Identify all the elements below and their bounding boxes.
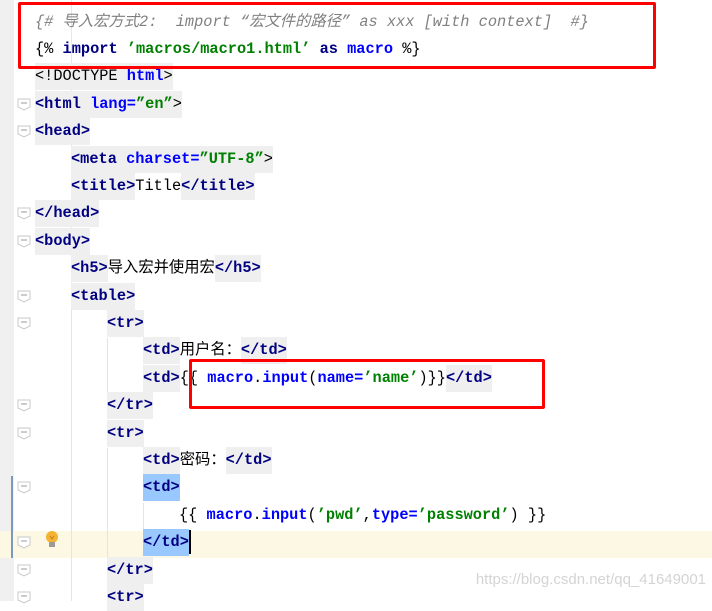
code-token: </td> <box>225 446 272 474</box>
change-marker <box>11 476 13 558</box>
fold-marker-icon[interactable] <box>17 536 31 549</box>
code-token: charset= <box>126 145 200 173</box>
code-token: Title <box>135 176 182 195</box>
watermark: https://blog.csdn.net/qq_41649001 <box>475 571 706 588</box>
code-line[interactable]: {{ macro.input(’pwd’,type=’password’) }} <box>179 502 546 529</box>
code-token: <td> <box>143 474 180 502</box>
code-token: type= <box>371 505 418 524</box>
code-line[interactable]: <tr> <box>107 419 144 447</box>
code-line[interactable]: </tr> <box>107 392 153 420</box>
fold-marker-icon[interactable] <box>17 564 31 577</box>
indent-guide <box>143 503 144 531</box>
code-token: macro <box>206 505 253 524</box>
code-token: ( <box>307 505 317 524</box>
fold-marker-icon[interactable] <box>17 481 31 494</box>
fold-marker-icon[interactable] <box>17 125 31 138</box>
fold-marker-icon[interactable] <box>17 591 31 604</box>
code-line[interactable]: <td>密码：</td> <box>143 446 272 474</box>
code-token: <tr> <box>107 419 144 447</box>
code-line[interactable]: <tr> <box>107 309 144 337</box>
code-token: <td> <box>143 446 180 474</box>
code-line[interactable]: <table> <box>71 282 136 310</box>
code-token: </tr> <box>107 556 153 584</box>
code-token: </h5> <box>214 255 261 283</box>
code-token: ’password’ <box>417 505 510 524</box>
code-line[interactable]: <head> <box>35 118 91 146</box>
code-token: > <box>172 90 182 118</box>
code-token: input <box>261 505 308 524</box>
annotation-box-macro-call <box>189 359 545 409</box>
code-line[interactable]: <title>Title</title> <box>71 172 255 200</box>
fold-marker-icon[interactable] <box>17 317 31 330</box>
code-line[interactable]: <tr> <box>107 583 144 611</box>
code-token: <html <box>35 90 91 118</box>
indent-guide <box>107 338 108 394</box>
code-token: 密码： <box>179 450 226 469</box>
fold-marker-icon[interactable] <box>17 290 31 303</box>
indent-guide <box>107 448 108 558</box>
code-token: ) }} <box>509 505 547 524</box>
code-token: <head> <box>35 118 91 146</box>
code-line[interactable]: <meta charset=”UTF-8”> <box>71 145 273 173</box>
code-token: <tr> <box>107 309 144 337</box>
code-token: ”UTF-8” <box>199 145 264 173</box>
code-token: <td> <box>143 364 180 392</box>
fold-marker-icon[interactable] <box>17 399 31 412</box>
code-token: </title> <box>181 172 255 200</box>
code-line[interactable]: <td> <box>143 474 180 502</box>
code-line[interactable]: <body> <box>35 227 91 255</box>
code-token: 导入宏并使用宏 <box>107 259 215 278</box>
annotation-box-import <box>18 2 656 69</box>
code-token: <tr> <box>107 583 144 611</box>
code-token: <table> <box>71 282 136 310</box>
code-token: ’pwd’ <box>316 505 363 524</box>
fold-marker-icon[interactable] <box>17 235 31 248</box>
code-token: {{ <box>179 505 207 524</box>
code-line[interactable]: </td> <box>143 529 191 557</box>
code-token: <td> <box>143 337 180 365</box>
code-token: </td> <box>143 529 189 557</box>
code-token: > <box>263 145 273 173</box>
fold-marker-icon[interactable] <box>17 207 31 220</box>
code-token: </head> <box>35 200 100 228</box>
code-line[interactable]: </head> <box>35 200 100 228</box>
code-token: </tr> <box>107 392 153 420</box>
code-token: <title> <box>71 172 136 200</box>
code-token: <meta <box>71 145 127 173</box>
code-line[interactable]: <h5>导入宏并使用宏</h5> <box>71 255 261 283</box>
indent-guide <box>71 311 72 601</box>
code-token: <h5> <box>71 255 108 283</box>
code-token: ”en” <box>135 90 173 118</box>
text-caret <box>188 530 191 555</box>
code-token: <body> <box>35 227 91 255</box>
code-token: . <box>252 505 262 524</box>
code-line[interactable]: <html lang=”en”> <box>35 90 182 118</box>
code-token: lang= <box>90 90 136 118</box>
lightbulb-icon[interactable] <box>44 530 60 550</box>
fold-marker-icon[interactable] <box>17 98 31 111</box>
fold-marker-icon[interactable] <box>17 427 31 440</box>
code-line[interactable]: </tr> <box>107 556 153 584</box>
code-token: , <box>362 505 372 524</box>
